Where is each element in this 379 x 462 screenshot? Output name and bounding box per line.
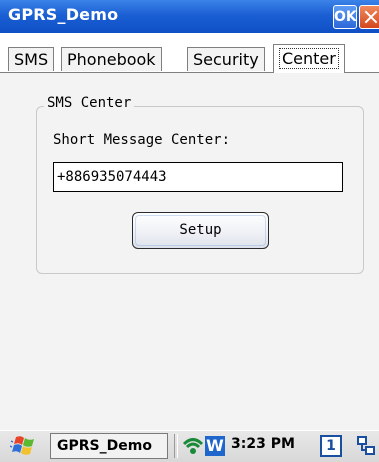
w-icon[interactable]: W xyxy=(205,436,225,456)
group-label: SMS Center xyxy=(44,95,135,111)
clock[interactable]: 3:23 PM xyxy=(231,436,295,452)
tab-center[interactable]: Center xyxy=(273,44,345,73)
tab-security[interactable]: Security xyxy=(187,47,265,71)
tab-sms[interactable]: SMS xyxy=(8,47,55,71)
input-panel-button[interactable]: 1 xyxy=(320,435,342,457)
close-icon[interactable] xyxy=(359,5,379,29)
ok-button[interactable]: OK xyxy=(333,5,357,29)
taskbar-app-button[interactable]: GPRS_Demo xyxy=(50,433,168,459)
windows-start-icon[interactable] xyxy=(10,434,40,458)
tab-phonebook[interactable]: Phonebook xyxy=(61,47,162,71)
setup-button[interactable]: Setup xyxy=(132,212,269,249)
window-title: GPRS_Demo xyxy=(8,5,119,24)
network-icon[interactable] xyxy=(356,435,378,457)
taskbar-separator xyxy=(174,434,178,458)
sms-center-number-field[interactable]: +886935074443 xyxy=(53,162,343,192)
tab-center-label: Center xyxy=(279,48,339,69)
field-label: Short Message Center: xyxy=(53,132,231,148)
wifi-icon[interactable] xyxy=(182,435,204,457)
title-bar: GPRS_Demo xyxy=(0,0,379,33)
